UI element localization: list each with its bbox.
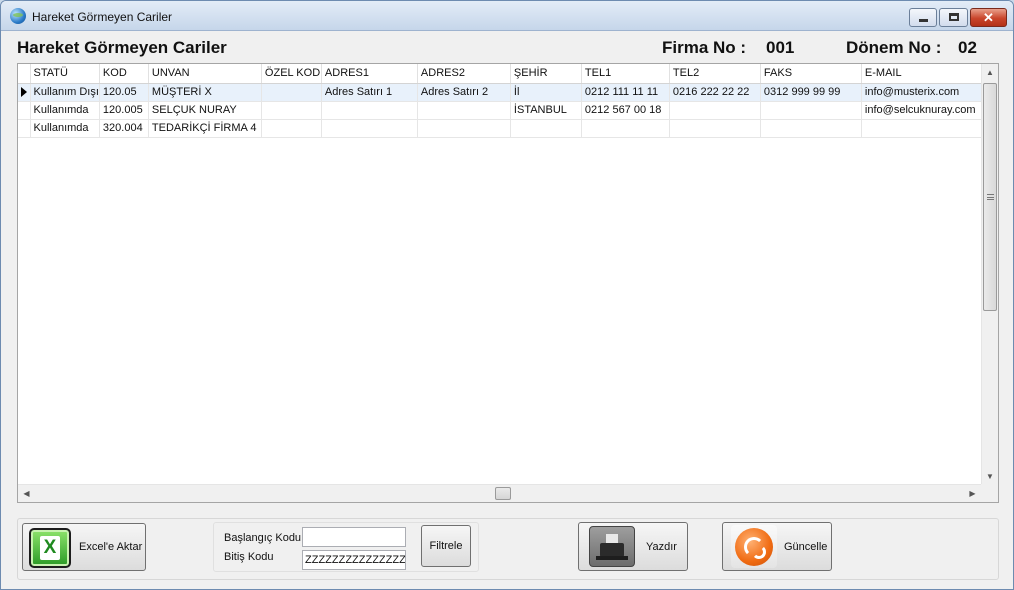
- table-cell[interactable]: [321, 101, 418, 120]
- refresh-button[interactable]: Güncelle: [722, 522, 832, 571]
- row-indicator: [18, 101, 31, 120]
- table-cell[interactable]: [760, 101, 862, 120]
- table-row[interactable]: Kullanımda 320.004 TEDARİKÇİ FİRMA 4: [18, 119, 986, 138]
- horizontal-scrollbar[interactable]: ◀ ▶: [18, 484, 981, 502]
- table-cell[interactable]: SELÇUK NURAY: [148, 101, 262, 120]
- column-header[interactable]: ADRES2: [417, 64, 511, 84]
- table-cell[interactable]: MÜŞTERİ X: [148, 83, 262, 102]
- table-cell[interactable]: [760, 119, 862, 138]
- column-header[interactable]: UNVAN: [148, 64, 262, 84]
- close-button[interactable]: ✕: [970, 8, 1007, 27]
- donem-label: Dönem No :: [846, 38, 942, 57]
- table-cell[interactable]: Kullanımda: [30, 101, 100, 120]
- column-header[interactable]: TEL1: [581, 64, 670, 84]
- table-cell[interactable]: [261, 119, 322, 138]
- table-cell[interactable]: 120.05: [99, 83, 149, 102]
- table-cell[interactable]: [261, 101, 322, 120]
- column-header[interactable]: ADRES1: [321, 64, 418, 84]
- excel-export-button[interactable]: X Excel'e Aktar: [22, 523, 146, 571]
- firma-value: 001: [766, 38, 795, 57]
- table-cell[interactable]: İSTANBUL: [510, 101, 582, 120]
- maximize-button[interactable]: [939, 8, 968, 27]
- table-cell[interactable]: [669, 119, 761, 138]
- table-cell[interactable]: 0212 111 11 11: [581, 83, 670, 102]
- table-cell[interactable]: Adres Satırı 2: [417, 83, 511, 102]
- table-cell[interactable]: 0312 999 99 99: [760, 83, 862, 102]
- table-cell[interactable]: [261, 83, 322, 102]
- row-pointer-icon: [21, 87, 27, 98]
- bottom-toolbar: X Excel'e Aktar Başlangıç Kodu Bitiş Kod…: [17, 518, 999, 580]
- baslangic-kodu-input[interactable]: [302, 527, 406, 547]
- header-row: STATÜ KOD UNVAN ÖZEL KOD ADRES1 ADRES2 Ş…: [18, 64, 986, 84]
- column-header[interactable]: FAKS: [760, 64, 862, 84]
- indicator-header: [18, 64, 31, 84]
- bitis-kodu-label: Bitiş Kodu: [224, 551, 274, 563]
- table-cell[interactable]: 0212 567 00 18: [581, 101, 670, 120]
- minimize-icon: [919, 19, 928, 22]
- table-cell[interactable]: [669, 101, 761, 120]
- column-header[interactable]: E-MAIL: [861, 64, 986, 84]
- filter-label: Filtrele: [429, 540, 463, 552]
- printer-icon: [589, 526, 635, 567]
- column-header[interactable]: ÖZEL KOD: [261, 64, 322, 84]
- globe-icon: [10, 8, 26, 24]
- table-cell[interactable]: [510, 119, 582, 138]
- table-cell[interactable]: 0216 222 22 22: [669, 83, 761, 102]
- title-bar[interactable]: Hareket Görmeyen Cariler ✕: [1, 1, 1013, 31]
- scroll-left-arrow-icon[interactable]: ◀: [18, 485, 35, 502]
- print-button[interactable]: Yazdır: [578, 522, 688, 571]
- minimize-button[interactable]: [909, 8, 937, 27]
- scroll-right-arrow-icon[interactable]: ▶: [964, 485, 981, 502]
- scroll-down-arrow-icon[interactable]: ▼: [982, 468, 998, 485]
- horizontal-scroll-thumb[interactable]: [495, 487, 511, 500]
- window-title: Hareket Görmeyen Cariler: [32, 10, 173, 24]
- vertical-scrollbar[interactable]: ▲ ▼: [981, 64, 998, 485]
- donem-value: 02: [958, 38, 977, 57]
- table-cell[interactable]: TEDARİKÇİ FİRMA 4: [148, 119, 262, 138]
- column-header[interactable]: ŞEHİR: [510, 64, 582, 84]
- excel-export-label: Excel'e Aktar: [79, 541, 143, 553]
- table-cell[interactable]: [321, 119, 418, 138]
- column-header[interactable]: STATÜ: [30, 64, 100, 84]
- table-cell[interactable]: İl: [510, 83, 582, 102]
- table-cell[interactable]: Adres Satırı 1: [321, 83, 418, 102]
- table-cell[interactable]: 320.004: [99, 119, 149, 138]
- cari-grid[interactable]: STATÜ KOD UNVAN ÖZEL KOD ADRES1 ADRES2 Ş…: [17, 63, 999, 503]
- page-title: Hareket Görmeyen Cariler: [17, 38, 227, 57]
- table-cell[interactable]: Kullanımda: [30, 119, 100, 138]
- refresh-icon: [731, 525, 777, 568]
- main-window: Hareket Görmeyen Cariler ✕ Hareket Görme…: [0, 0, 1014, 590]
- baslangic-kodu-label: Başlangıç Kodu: [224, 532, 302, 544]
- page-header: Hareket Görmeyen Cariler Firma No : 001 …: [17, 38, 997, 58]
- table-cell[interactable]: info@selcuknuray.com: [861, 101, 986, 120]
- scroll-corner: [981, 484, 998, 502]
- table-cell[interactable]: [417, 119, 511, 138]
- print-label: Yazdır: [646, 540, 677, 553]
- table-row[interactable]: Kullanımda 120.005 SELÇUK NURAY İSTANBUL…: [18, 101, 986, 120]
- filter-button[interactable]: Filtrele: [421, 525, 471, 567]
- table-cell[interactable]: 120.005: [99, 101, 149, 120]
- bitis-kodu-input[interactable]: [302, 550, 406, 570]
- table-cell[interactable]: [581, 119, 670, 138]
- table-cell[interactable]: [861, 119, 986, 138]
- row-indicator: [18, 119, 31, 138]
- excel-icon: X: [29, 528, 71, 568]
- table-cell[interactable]: info@musterix.com: [861, 83, 986, 102]
- maximize-icon: [949, 13, 959, 21]
- close-icon: ✕: [983, 10, 994, 25]
- column-header[interactable]: TEL2: [669, 64, 761, 84]
- vertical-scroll-thumb[interactable]: [983, 83, 997, 311]
- scroll-up-arrow-icon[interactable]: ▲: [982, 64, 998, 81]
- firma-label: Firma No :: [662, 38, 747, 57]
- table-cell[interactable]: Kullanım Dışı: [30, 83, 100, 102]
- table-row[interactable]: Kullanım Dışı 120.05 MÜŞTERİ X Adres Sat…: [18, 83, 986, 102]
- cari-table: STATÜ KOD UNVAN ÖZEL KOD ADRES1 ADRES2 Ş…: [18, 64, 986, 138]
- grip-icon: [987, 194, 994, 200]
- row-indicator: [18, 83, 31, 102]
- refresh-label: Güncelle: [784, 540, 828, 553]
- table-cell[interactable]: [417, 101, 511, 120]
- column-header[interactable]: KOD: [99, 64, 149, 84]
